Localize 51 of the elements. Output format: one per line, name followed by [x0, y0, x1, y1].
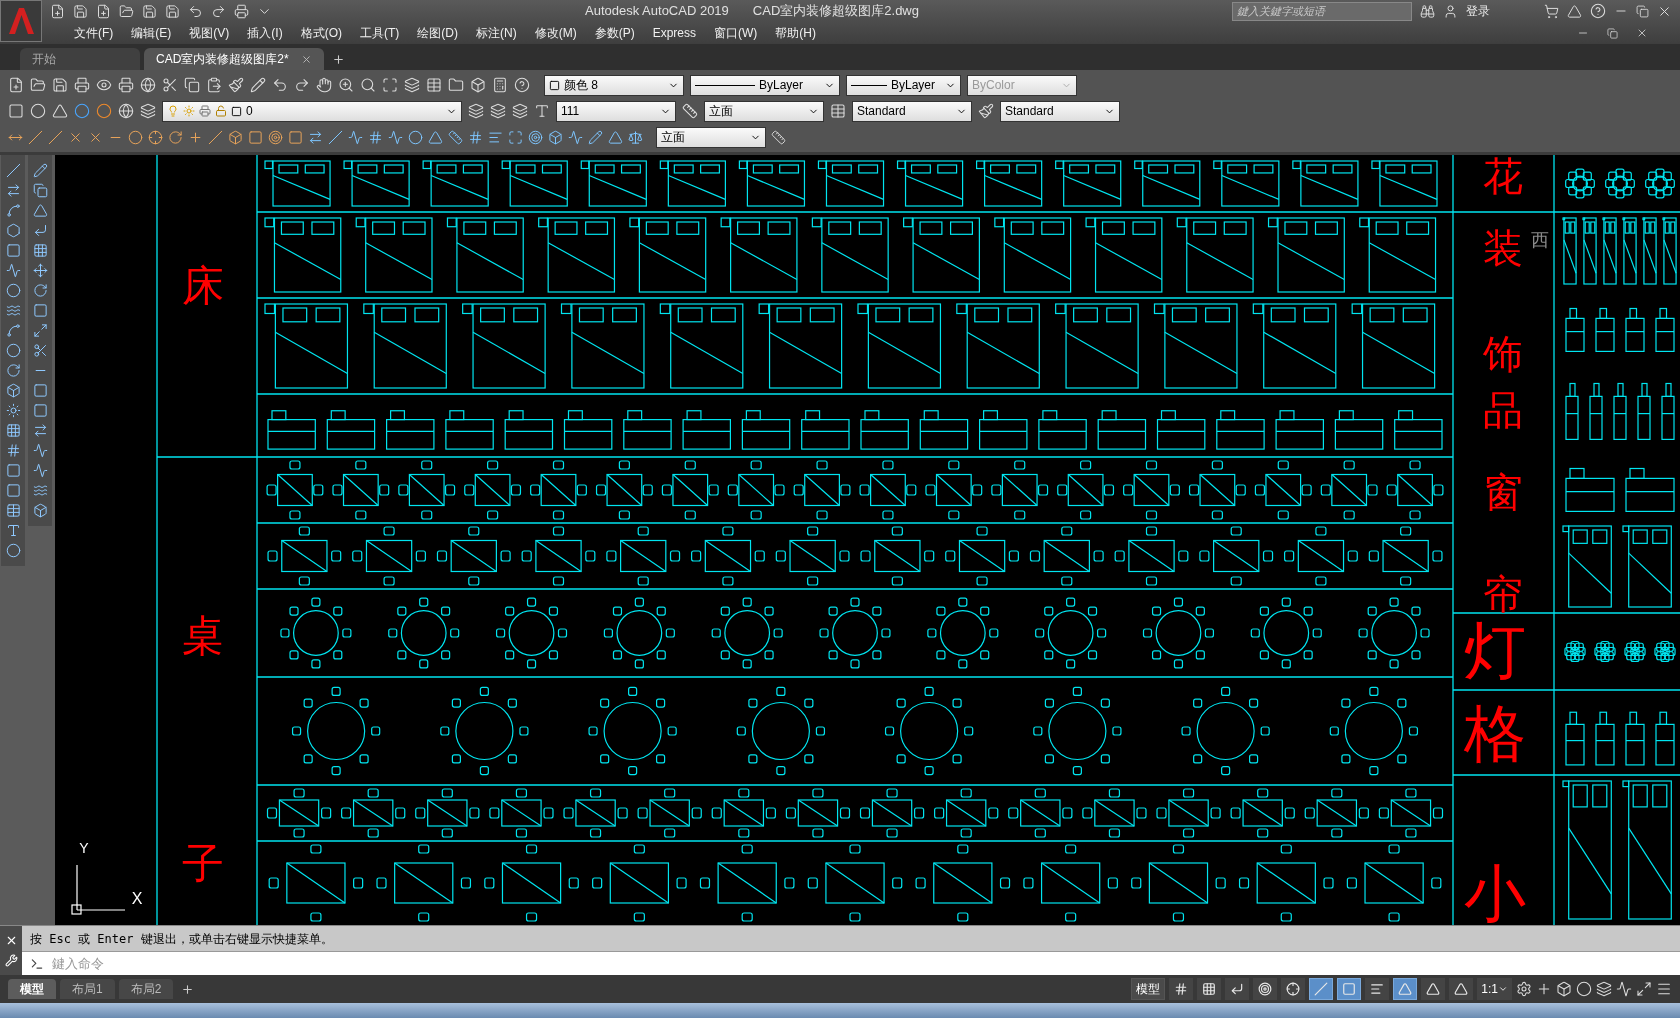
menu-item[interactable]: 窗口(W): [714, 24, 758, 42]
category-label: 灯: [1464, 614, 1526, 687]
category-label: 格: [1464, 697, 1526, 770]
document-title: CAD室内装修超级图库2.dwg: [752, 2, 919, 21]
leader-style-dropdown[interactable]: Standard: [1000, 100, 1120, 122]
menu-item[interactable]: 绘图(D): [417, 24, 458, 42]
app-title: Autodesk AutoCAD 2019: [585, 2, 729, 21]
menu-item[interactable]: 视图(V): [189, 24, 230, 42]
layout-tab[interactable]: 布局1: [60, 979, 115, 999]
layer-dropdown[interactable]: 0: [162, 100, 462, 122]
y-axis-label: Y: [79, 840, 89, 856]
menu-item[interactable]: 标注(N): [476, 24, 517, 42]
category-label: 床: [182, 261, 224, 310]
menu-item[interactable]: 帮助(H): [775, 24, 816, 42]
category-label: 小: [1464, 857, 1526, 925]
category-label: 桌: [182, 611, 224, 660]
annotation-scale-button[interactable]: 1:1: [1477, 978, 1512, 1000]
command-input[interactable]: 鍵入命令: [52, 952, 1680, 975]
menu-item[interactable]: 编辑(E): [131, 24, 172, 42]
category-label: 饰: [1483, 331, 1523, 377]
lineweight-dropdown[interactable]: ByLayer: [846, 74, 961, 96]
color-dropdown[interactable]: 颜色 8: [544, 74, 684, 96]
x-axis-label: X: [131, 890, 143, 907]
document-tab[interactable]: 开始: [20, 48, 140, 70]
menu-item[interactable]: 工具(T): [360, 24, 400, 42]
dim-style-dropdown[interactable]: 立面: [656, 126, 766, 148]
login-button[interactable]: 登录: [1466, 2, 1536, 20]
layout-tab[interactable]: 模型: [8, 979, 56, 999]
menu-item[interactable]: 参数(P): [594, 24, 635, 42]
table-style-dropdown[interactable]: Standard: [852, 100, 972, 122]
category-label: 子: [182, 839, 224, 888]
dim-style-dropdown[interactable]: 立面: [704, 100, 824, 122]
menu-item[interactable]: 修改(M): [534, 24, 577, 42]
layout-tab[interactable]: 布局2: [118, 979, 174, 999]
text-style-dropdown[interactable]: 111: [556, 100, 676, 122]
model-space-button[interactable]: 模型: [1131, 978, 1166, 1000]
category-label: 花: [1483, 155, 1523, 199]
category-label: 帘: [1483, 571, 1523, 617]
menu-item[interactable]: Express: [652, 24, 696, 42]
menu-item[interactable]: 插入(I): [247, 24, 283, 42]
command-history: 按 Esc 或 Enter 键退出，或单击右键显示快捷菜单。: [29, 930, 334, 948]
category-label: 装: [1483, 225, 1523, 271]
category-label: 窗: [1483, 469, 1523, 515]
faded-label: 西: [1531, 230, 1549, 250]
linetype-dropdown[interactable]: ByLayer: [690, 74, 840, 96]
menu-item[interactable]: 格式(O): [300, 24, 342, 42]
category-label: 品: [1483, 387, 1523, 433]
menu-item[interactable]: 文件(F): [74, 24, 114, 42]
document-tab[interactable]: CAD室内装修超级图库2*: [144, 48, 324, 70]
search-field[interactable]: 鍵入关鍵字或短语: [1232, 1, 1412, 21]
drawing-canvas[interactable]: 床 桌 子 花 装 饰 品 窗 帘 灯 格 小 西 Y X: [55, 155, 1680, 925]
